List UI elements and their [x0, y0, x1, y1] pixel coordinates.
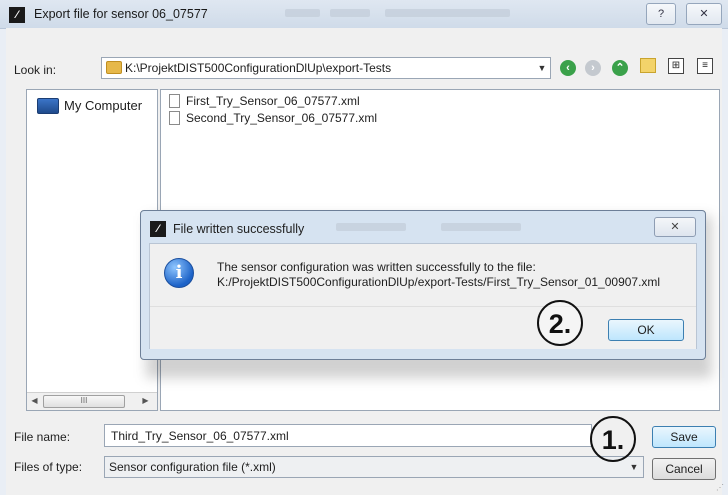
blurred-background-text [285, 9, 320, 17]
blurred-background-text [330, 9, 370, 17]
ok-button[interactable]: OK [608, 319, 684, 341]
help-button[interactable]: ? [646, 3, 676, 25]
window-title: Export file for sensor 06_07577 [34, 7, 208, 21]
file-name-label: File name: [14, 430, 71, 444]
computer-icon [37, 98, 59, 114]
up-folder-icon[interactable]: ⌃ [612, 60, 628, 76]
detail-view-icon[interactable]: ≡ [697, 58, 713, 74]
xml-file-icon [169, 111, 180, 125]
info-icon: i [164, 258, 194, 288]
look-in-combobox[interactable]: K:\ProjektDIST500ConfigurationDlUp\expor… [101, 57, 551, 79]
close-button[interactable]: ✕ [686, 3, 722, 25]
sidebar-horizontal-scrollbar[interactable]: ◀ III ▶ [27, 392, 157, 410]
scroll-right-icon[interactable]: ▶ [139, 395, 152, 407]
scroll-left-icon[interactable]: ◀ [28, 395, 41, 407]
app-icon: ⁄ [150, 221, 166, 237]
file-type-select[interactable]: Sensor configuration file (*.xml) ▼ [104, 456, 644, 478]
chevron-down-icon[interactable]: ▼ [534, 58, 550, 78]
close-icon: ✕ [699, 8, 709, 20]
message-box-close-button[interactable]: ✕ [654, 217, 696, 237]
forward-icon[interactable]: › [585, 60, 601, 76]
title-bar: ⁄ Export file for sensor 06_07577 ? ✕ [0, 0, 728, 29]
folder-icon [106, 61, 122, 74]
blurred-background-text [385, 9, 510, 17]
file-name-input[interactable] [104, 424, 592, 447]
chevron-down-icon[interactable]: ▼ [627, 457, 641, 477]
sidebar-item-my-computer[interactable]: My Computer [27, 90, 157, 120]
look-in-label: Look in: [14, 63, 57, 77]
message-box: ⁄ File written successfully ✕ i The sens… [140, 210, 706, 360]
file-name-text: First_Try_Sensor_06_07577.xml [186, 94, 360, 108]
back-icon[interactable]: ‹ [560, 60, 576, 76]
blurred-background-text [336, 223, 406, 231]
app-icon: ⁄ [9, 7, 25, 23]
annotation-step-1: 1. [590, 416, 636, 462]
message-box-body: i The sensor configuration was written s… [149, 243, 697, 349]
message-text-line-1: The sensor configuration was written suc… [217, 260, 536, 274]
file-type-value: Sensor configuration file (*.xml) [109, 460, 276, 474]
message-box-footer: OK [150, 306, 696, 349]
look-in-path: K:\ProjektDIST500ConfigurationDlUp\expor… [125, 61, 392, 75]
message-box-title: File written successfully [173, 222, 305, 236]
xml-file-icon [169, 94, 180, 108]
blurred-background-text [441, 223, 521, 231]
close-icon: ✕ [670, 221, 680, 233]
cancel-button[interactable]: Cancel [652, 458, 716, 480]
sidebar-item-label: My Computer [64, 98, 143, 113]
resize-grip-icon[interactable]: ⋰ [716, 483, 726, 493]
help-icon: ? [657, 8, 665, 20]
new-folder-icon[interactable] [640, 58, 656, 73]
save-button[interactable]: Save [652, 426, 716, 448]
annotation-step-2: 2. [537, 300, 583, 346]
file-type-label: Files of type: [14, 460, 83, 474]
message-text-line-2: K:/ProjektDIST500ConfigurationDlUp/expor… [217, 275, 661, 289]
places-sidebar: My Computer ◀ III ▶ [26, 89, 158, 411]
list-view-icon[interactable]: ⊞ [668, 58, 684, 74]
file-name-text: Second_Try_Sensor_06_07577.xml [186, 111, 378, 125]
scrollbar-thumb[interactable]: III [43, 395, 125, 408]
